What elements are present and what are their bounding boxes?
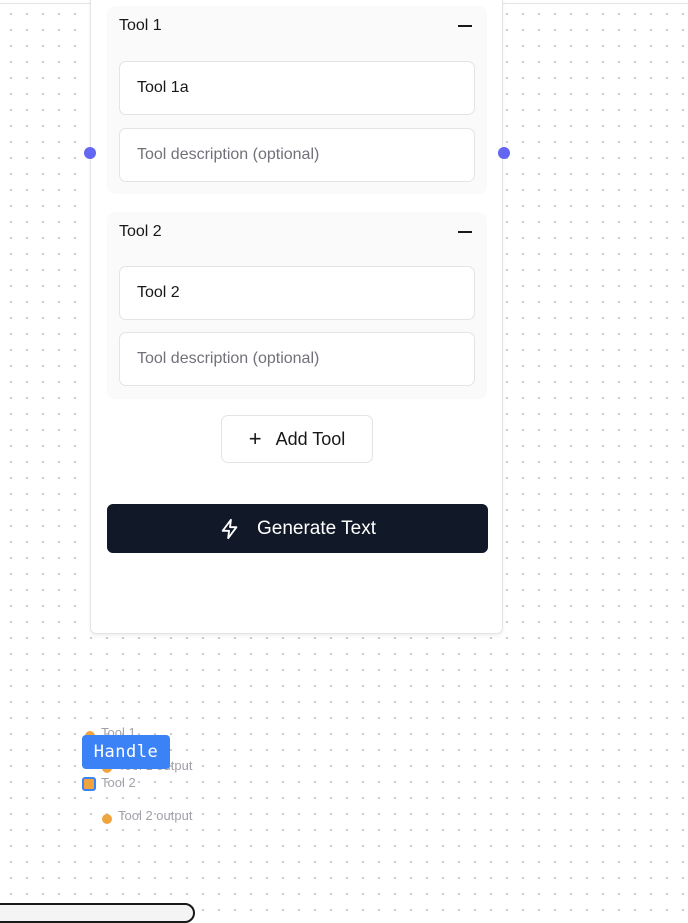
input-handle[interactable] xyxy=(84,147,96,159)
tool-card-1: Tool 1 xyxy=(107,6,487,194)
tool-title: Tool 2 xyxy=(119,223,162,240)
bottom-toolbar[interactable] xyxy=(0,903,195,923)
tool-title: Tool 1 xyxy=(119,17,162,34)
output-handle[interactable] xyxy=(498,147,510,159)
add-tool-label: Add Tool xyxy=(275,428,346,449)
remove-tool-button[interactable] xyxy=(458,222,475,242)
tool-2-output-handle[interactable] xyxy=(102,814,112,824)
tool-card-header: Tool 1 xyxy=(119,16,475,36)
tool-node-card: Tool 1 Tool 2 + Add Tool Generate Text xyxy=(90,0,503,634)
lightning-icon xyxy=(221,518,238,539)
generate-text-button[interactable]: Generate Text xyxy=(107,504,488,553)
remove-tool-button[interactable] xyxy=(458,16,475,36)
tool-card-2: Tool 2 xyxy=(107,212,487,399)
preview-item: Tool 2 output xyxy=(118,808,193,823)
add-tool-button[interactable]: + Add Tool xyxy=(221,415,373,463)
tool-name-input[interactable] xyxy=(119,61,475,115)
tool-description-input[interactable] xyxy=(119,332,475,386)
minus-icon xyxy=(458,231,472,233)
tool-2-handle[interactable] xyxy=(82,777,96,791)
plus-icon: + xyxy=(248,426,262,451)
tool-name-input[interactable] xyxy=(119,266,475,320)
preview-item: Tool 2 xyxy=(101,775,136,790)
handle-tooltip: Handle xyxy=(82,735,170,769)
minus-icon xyxy=(458,25,472,27)
tool-description-input[interactable] xyxy=(119,128,475,182)
tool-card-header: Tool 2 xyxy=(119,222,475,242)
generate-text-label: Generate Text xyxy=(256,517,376,539)
